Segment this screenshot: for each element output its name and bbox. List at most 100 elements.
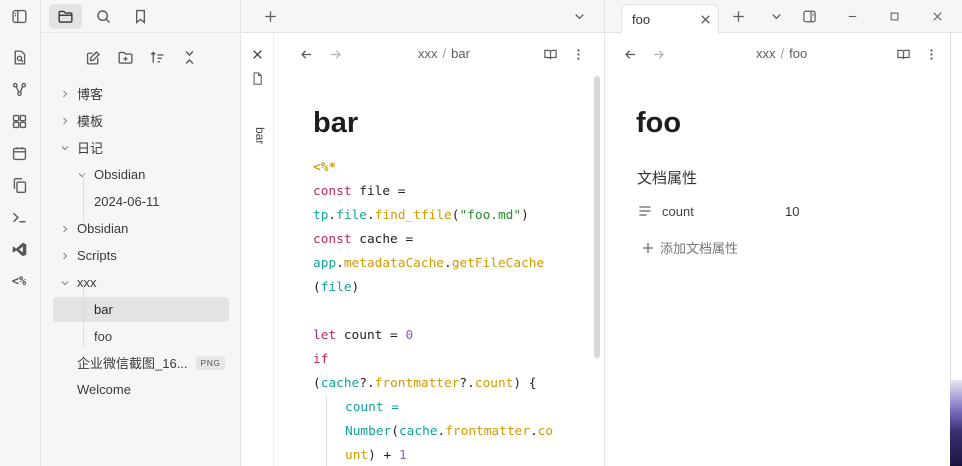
tree-folder[interactable]: Obsidian	[53, 162, 229, 187]
tab-foo-label: foo	[632, 12, 651, 27]
code-line: unt) + 1	[313, 444, 595, 466]
maximize-window-icon[interactable]	[883, 5, 905, 27]
code-token: ?.	[359, 376, 375, 391]
nav-back-icon[interactable]	[620, 44, 640, 64]
tree-folder[interactable]: Obsidian	[53, 216, 229, 241]
chevron-down-icon[interactable]	[59, 277, 71, 289]
minimize-window-icon[interactable]	[841, 5, 863, 27]
ribbon: <%	[0, 0, 41, 466]
tab-list-chevron-right-icon[interactable]	[765, 5, 787, 27]
code-token: ) +	[368, 448, 399, 463]
tree-file[interactable]: Welcome	[53, 377, 229, 402]
vscode-icon[interactable]	[8, 238, 30, 260]
breadcrumb-file[interactable]: foo	[789, 46, 807, 61]
chevron-right-icon[interactable]	[59, 250, 71, 262]
tree-item-label: xxx	[77, 275, 97, 290]
tree-item-label: 博客	[77, 87, 104, 102]
sidebar-header	[41, 0, 241, 33]
code-token: frontmatter	[445, 424, 530, 439]
daily-note-icon[interactable]	[8, 142, 30, 164]
nav-forward-icon[interactable]	[648, 44, 668, 64]
property-value[interactable]: 10	[785, 204, 799, 219]
tree-file[interactable]: 2024-06-11	[53, 189, 229, 214]
scrollbar[interactable]	[594, 76, 600, 358]
copy-icon[interactable]	[8, 174, 30, 196]
toggle-sidebar-icon[interactable]	[8, 5, 30, 27]
text-property-icon[interactable]	[637, 203, 653, 219]
code-block: <%* const file = tp.file.find_tfile("foo.m…	[313, 156, 595, 466]
tab-foo[interactable]: foo	[621, 4, 719, 34]
tree-folder[interactable]: Scripts	[53, 243, 229, 268]
code-token: (	[313, 280, 321, 295]
tree-folder[interactable]: xxx	[53, 270, 229, 295]
code-token: Number	[345, 424, 392, 439]
breadcrumb-folder[interactable]: xxx	[418, 46, 438, 61]
breadcrumb-file[interactable]: bar	[451, 46, 470, 61]
nav-back-icon[interactable]	[296, 44, 316, 64]
tree-file[interactable]: 企业微信截图_16... PNG	[53, 350, 229, 375]
tree-folder[interactable]: 模板	[53, 108, 229, 133]
reading-view-icon[interactable]	[893, 44, 913, 64]
page-title: bar	[313, 107, 359, 139]
canvas-icon[interactable]	[8, 110, 30, 132]
code-token: const	[313, 184, 360, 199]
property-key[interactable]: count	[662, 204, 694, 219]
breadcrumb-folder[interactable]: xxx	[756, 46, 776, 61]
search-icon[interactable]	[87, 4, 120, 29]
property-row[interactable]: count 10	[637, 201, 937, 223]
chevron-down-icon[interactable]	[59, 142, 71, 154]
tree-folder[interactable]: 日记	[53, 135, 229, 160]
tree-item-label: Welcome	[77, 382, 131, 397]
chevron-right-icon[interactable]	[59, 88, 71, 100]
close-window-icon[interactable]	[926, 5, 948, 27]
code-token: )	[351, 280, 360, 295]
chevron-right-icon[interactable]	[59, 115, 71, 127]
reading-view-icon[interactable]	[540, 44, 560, 64]
breadcrumb: xxx / bar	[418, 46, 470, 61]
add-property-button[interactable]: 添加文档属性	[641, 238, 738, 257]
open-quick-switcher-icon[interactable]	[8, 46, 30, 68]
tree-item-label: Obsidian	[94, 167, 146, 182]
new-tab-icon[interactable]	[259, 5, 281, 27]
right-pane-header: xxx / foo	[605, 33, 950, 75]
templater-icon[interactable]: <%	[8, 270, 30, 292]
pane-divider[interactable]	[604, 33, 605, 466]
terminal-icon[interactable]	[8, 206, 30, 228]
new-folder-icon[interactable]	[113, 45, 137, 69]
tree-item-label: 日记	[77, 141, 104, 156]
code-token: <%*	[313, 160, 337, 175]
bookmark-icon[interactable]	[124, 4, 157, 29]
code-token: cache =	[359, 232, 414, 247]
nav-forward-icon[interactable]	[325, 44, 345, 64]
sort-icon[interactable]	[145, 45, 169, 69]
tree-item-label: 模板	[77, 114, 104, 129]
code-token: file	[320, 280, 352, 295]
stacked-tab-bar[interactable]: bar	[241, 33, 274, 466]
new-note-icon[interactable]	[81, 45, 105, 69]
code-token: .	[529, 424, 538, 439]
code-token: let	[313, 328, 344, 343]
graph-view-icon[interactable]	[8, 78, 30, 100]
tree-file[interactable]: foo	[53, 324, 229, 349]
files-icon[interactable]	[49, 4, 82, 29]
code-line: tp.file.find_tfile("foo.md")	[313, 204, 595, 228]
tree-item-label: foo	[94, 329, 113, 344]
collapse-all-icon[interactable]	[177, 45, 201, 69]
more-options-icon[interactable]	[921, 44, 941, 64]
code-line: const file =	[313, 180, 595, 204]
code-token: )	[521, 208, 529, 223]
more-options-icon[interactable]	[568, 44, 588, 64]
tab-list-chevron-icon[interactable]	[568, 5, 590, 27]
tree-file[interactable]: bar	[53, 297, 229, 322]
new-tab-right-icon[interactable]	[727, 5, 749, 27]
indent-guide	[326, 396, 327, 466]
toggle-right-sidebar-icon[interactable]	[798, 5, 820, 27]
close-stacked-tab-icon[interactable]	[246, 43, 268, 65]
tree-item-label: Obsidian	[77, 221, 129, 236]
code-token: .	[444, 256, 452, 271]
tree-folder[interactable]: 博客	[53, 81, 229, 106]
close-tab-icon[interactable]	[694, 8, 716, 30]
chevron-right-icon[interactable]	[59, 223, 71, 235]
chevron-down-icon[interactable]	[76, 169, 88, 181]
